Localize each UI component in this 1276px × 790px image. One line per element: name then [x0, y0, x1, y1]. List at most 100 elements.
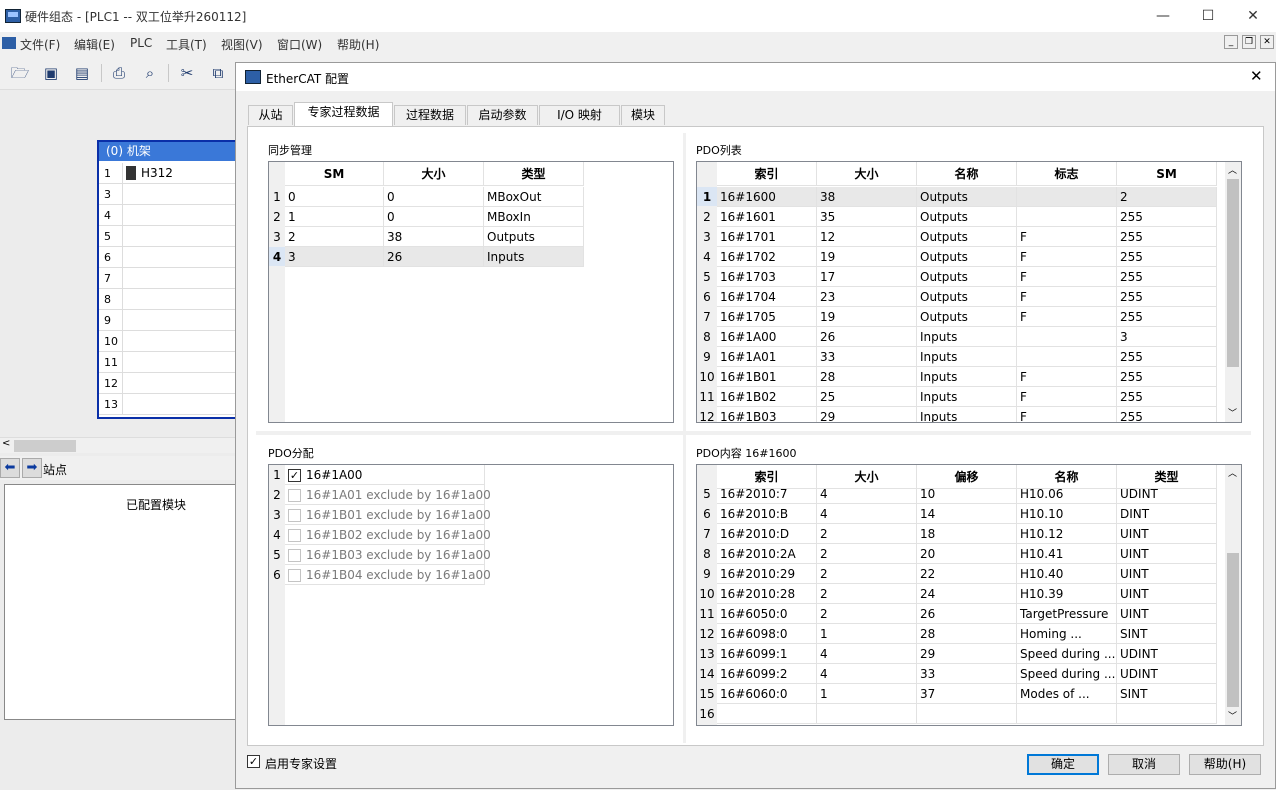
table-cell[interactable]: DINT	[1117, 504, 1217, 524]
table-cell[interactable]: Outputs	[917, 207, 1017, 227]
rack-slot[interactable]	[122, 373, 238, 394]
table-cell[interactable]: UDINT	[1117, 644, 1217, 664]
mdi-close-icon[interactable]: ✕	[1260, 35, 1274, 49]
table-cell[interactable]: 22	[917, 564, 1017, 584]
menu-tools[interactable]: 工具(T)	[166, 36, 207, 53]
table-cell[interactable]: H10.10	[1017, 504, 1117, 524]
rack-slot[interactable]	[122, 310, 238, 331]
table-cell[interactable]: 19	[817, 247, 917, 267]
table-cell[interactable]: UINT	[1117, 564, 1217, 584]
scroll-left-icon[interactable]: <	[2, 438, 10, 449]
expert-settings-checkbox[interactable]: ✓	[247, 755, 260, 768]
horizontal-scrollbar[interactable]: <	[0, 437, 236, 453]
pdo-assign-item[interactable]: ✓ 16#1A00	[285, 465, 485, 485]
rack-slot[interactable]	[122, 226, 238, 247]
close-button[interactable]: ✕	[1230, 0, 1276, 32]
table-cell[interactable]: 16#6050:0	[717, 604, 817, 624]
table-cell[interactable]: F	[1017, 267, 1117, 287]
table-cell[interactable]: 16#1704	[717, 287, 817, 307]
menu-file[interactable]: 文件(F)	[20, 36, 60, 53]
table-cell[interactable]: 4	[817, 644, 917, 664]
table-cell[interactable]: 35	[817, 207, 917, 227]
column-header[interactable]: SM	[1117, 162, 1217, 186]
pdo-assign-checkbox[interactable]	[288, 549, 301, 562]
column-header[interactable]: 索引	[717, 465, 817, 489]
row-number[interactable]: 1	[697, 187, 717, 207]
table-cell[interactable]: Inputs	[917, 347, 1017, 367]
row-number[interactable]: 6	[697, 287, 717, 307]
scroll-down-icon[interactable]: ﹀	[1228, 709, 1237, 722]
scroll-thumb[interactable]	[1227, 179, 1239, 367]
column-header[interactable]: SM	[285, 162, 384, 186]
rack-slot[interactable]	[122, 247, 238, 268]
table-cell[interactable]: MBoxOut	[484, 187, 584, 207]
table-cell[interactable]: H10.12	[1017, 524, 1117, 544]
table-cell[interactable]: 255	[1117, 407, 1217, 422]
rack-row[interactable]: 11	[99, 352, 238, 373]
table-cell[interactable]: 33	[917, 664, 1017, 684]
mdi-restore-icon[interactable]: ❐	[1242, 35, 1256, 49]
table-cell[interactable]: 255	[1117, 287, 1217, 307]
ok-button[interactable]: 确定	[1027, 754, 1099, 775]
row-number[interactable]: 2	[269, 207, 285, 227]
column-header[interactable]: 类型	[1117, 465, 1217, 489]
table-cell[interactable]: Inputs	[484, 247, 584, 267]
table-cell[interactable]: 38	[817, 187, 917, 207]
table-cell[interactable]: 2	[817, 564, 917, 584]
table-cell[interactable]: 17	[817, 267, 917, 287]
pdo-assign-checkbox[interactable]	[288, 489, 301, 502]
column-header[interactable]: 偏移	[917, 465, 1017, 489]
table-cell[interactable]: 3	[285, 247, 384, 267]
column-header[interactable]: 索引	[717, 162, 817, 186]
pdo-list-scrollbar[interactable]: ︿ ﹀	[1225, 162, 1241, 422]
table-cell[interactable]: Outputs	[917, 227, 1017, 247]
table-cell[interactable]	[917, 704, 1017, 724]
pdo-assign-item[interactable]: 16#1B01 exclude by 16#1a00	[285, 505, 491, 525]
rack-slot[interactable]	[122, 331, 238, 352]
table-cell[interactable]: 16#2010:D	[717, 524, 817, 544]
table-cell[interactable]: Outputs	[917, 247, 1017, 267]
table-cell[interactable]: 255	[1117, 227, 1217, 247]
table-cell[interactable]: 2	[817, 584, 917, 604]
table-cell[interactable]: UDINT	[1117, 664, 1217, 684]
row-number[interactable]: 11	[697, 604, 717, 624]
table-cell[interactable]: F	[1017, 287, 1117, 307]
table-cell[interactable]: H10.40	[1017, 564, 1117, 584]
table-cell[interactable]: 255	[1117, 207, 1217, 227]
rack-row[interactable]: 8	[99, 289, 238, 310]
table-cell[interactable]: 255	[1117, 387, 1217, 407]
table-cell[interactable]: F	[1017, 407, 1117, 422]
table-cell[interactable]	[1017, 207, 1117, 227]
row-number[interactable]: 11	[697, 387, 717, 407]
row-number[interactable]: 3	[697, 227, 717, 247]
table-cell[interactable]: 37	[917, 684, 1017, 704]
table-cell[interactable]: 2	[817, 524, 917, 544]
rack-row[interactable]: 1 H312	[99, 163, 238, 184]
column-header[interactable]: 名称	[1017, 465, 1117, 489]
horizontal-splitter[interactable]	[256, 431, 1251, 435]
table-cell[interactable]: 0	[285, 187, 384, 207]
table-cell[interactable]: Outputs	[917, 307, 1017, 327]
table-cell[interactable]: 1	[285, 207, 384, 227]
table-cell[interactable]	[1017, 327, 1117, 347]
rack-row[interactable]: 6	[99, 247, 238, 268]
tab-slave[interactable]: 从站	[248, 105, 293, 125]
table-cell[interactable]: F	[1017, 367, 1117, 387]
table-cell[interactable]: 20	[917, 544, 1017, 564]
row-number[interactable]: 8	[697, 544, 717, 564]
column-header[interactable]: 名称	[917, 162, 1017, 186]
row-number[interactable]: 5	[697, 484, 717, 504]
rack-slot[interactable]	[122, 184, 238, 205]
table-cell[interactable]: 16#2010:28	[717, 584, 817, 604]
table-cell[interactable]: 16#1A01	[717, 347, 817, 367]
column-header[interactable]: 大小	[817, 162, 917, 186]
rack-slot[interactable]	[122, 268, 238, 289]
table-cell[interactable]: 28	[917, 624, 1017, 644]
rack-row[interactable]: 10	[99, 331, 238, 352]
row-number[interactable]: 10	[697, 367, 717, 387]
scroll-up-icon[interactable]: ︿	[1228, 163, 1237, 176]
column-header[interactable]: 类型	[484, 162, 584, 186]
table-cell[interactable]: 29	[817, 407, 917, 422]
copy-icon[interactable]: ⧉	[207, 62, 229, 84]
table-cell[interactable]: 255	[1117, 347, 1217, 367]
